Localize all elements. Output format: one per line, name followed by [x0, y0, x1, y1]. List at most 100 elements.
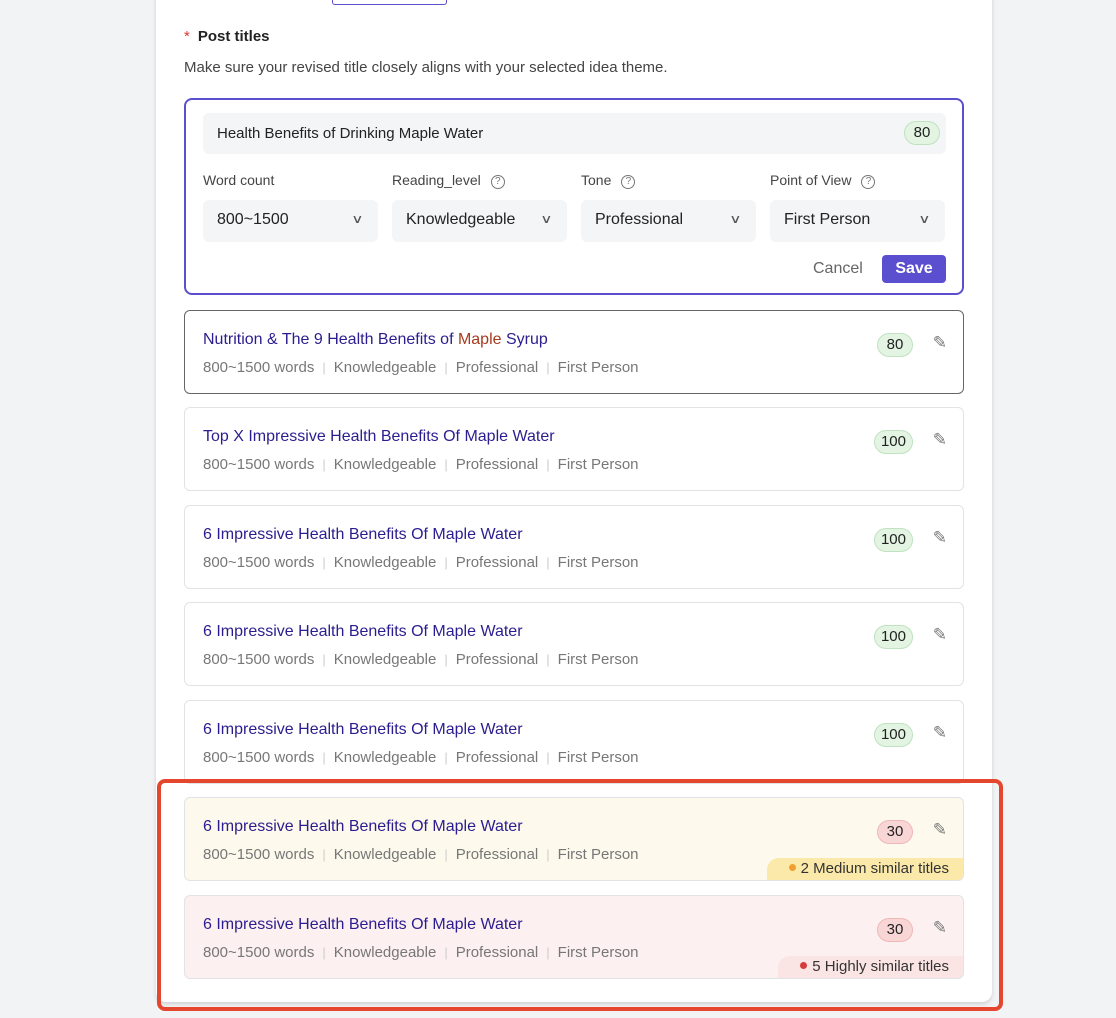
meta-item: First Person: [557, 554, 639, 571]
help-icon[interactable]: ?: [861, 175, 876, 189]
title-card[interactable]: Top X Impressive Health Benefits Of Mapl…: [184, 407, 964, 491]
card-title[interactable]: 6 Impressive Health Benefits Of Maple Wa…: [203, 526, 523, 544]
title-text: Top X Impressive Health Benefits Of Mapl…: [203, 428, 555, 445]
help-icon[interactable]: ?: [490, 175, 505, 189]
title-part: Nutrition & The 9 Health Benefits of: [203, 331, 458, 348]
separator: |: [546, 652, 550, 667]
tab-button-edge[interactable]: [332, 0, 447, 5]
required-mark: *: [184, 28, 190, 45]
separator: |: [546, 360, 550, 375]
chevron-down-icon: ∨: [729, 212, 742, 226]
cancel-button[interactable]: Cancel: [813, 260, 863, 278]
select-value: Professional: [595, 211, 684, 228]
separator: |: [444, 555, 448, 570]
card-meta: 800~1500 words | Knowledgeable | Professiona…: [203, 359, 639, 376]
score-badge: 80: [877, 333, 913, 357]
meta-item: Professional: [455, 554, 539, 571]
field-label-text: Tone: [581, 172, 612, 188]
section-description: Make sure your revised title closely ali…: [184, 59, 668, 76]
separator: |: [444, 652, 448, 667]
meta-item: 800~1500 words: [203, 359, 315, 376]
save-button[interactable]: Save: [882, 255, 946, 283]
chevron-down-icon: ∨: [351, 212, 364, 226]
separator: |: [322, 457, 326, 472]
separator: |: [546, 555, 550, 570]
title-input-value[interactable]: Health Benefits of Drinking Maple Water: [217, 125, 483, 142]
score-badge: 100: [873, 625, 913, 649]
meta-item: Knowledgeable: [333, 456, 437, 473]
separator: |: [322, 750, 326, 765]
pencil-edit-icon[interactable]: ✎: [933, 333, 947, 353]
section-title: * Post titles: [184, 28, 270, 45]
pencil-edit-icon[interactable]: ✎: [933, 430, 947, 450]
separator: |: [546, 750, 550, 765]
meta-item: Knowledgeable: [333, 554, 437, 571]
meta-item: First Person: [557, 651, 639, 668]
card-title[interactable]: Top X Impressive Health Benefits Of Mapl…: [203, 428, 555, 446]
select-value: 800~1500: [217, 211, 289, 228]
meta-item: Professional: [455, 456, 539, 473]
card-title[interactable]: 6 Impressive Health Benefits Of Maple Wa…: [203, 623, 523, 641]
title-card[interactable]: 6 Impressive Health Benefits Of Maple Wa…: [184, 505, 964, 589]
meta-item: 800~1500 words: [203, 456, 315, 473]
score-badge: 100: [873, 430, 913, 454]
field-label: Point of View?: [770, 172, 945, 192]
meta-item: 800~1500 words: [203, 749, 315, 766]
meta-item: First Person: [557, 359, 639, 376]
point-of-view-select[interactable]: First Person ∨: [770, 200, 945, 242]
field-label-text: Reading_level: [392, 172, 481, 188]
title-input[interactable]: Health Benefits of Drinking Maple Water …: [203, 113, 946, 154]
tone-field: Tone? Professional ∨: [581, 172, 756, 242]
point-of-view-field: Point of View? First Person ∨: [770, 172, 945, 242]
title-text: 6 Impressive Health Benefits Of Maple Wa…: [203, 721, 523, 738]
separator: |: [322, 360, 326, 375]
chevron-down-icon: ∨: [918, 212, 931, 226]
field-label: Reading_level?: [392, 172, 567, 192]
title-card[interactable]: 6 Impressive Health Benefits Of Maple Wa…: [184, 602, 964, 686]
meta-item: First Person: [557, 456, 639, 473]
card-meta: 800~1500 words | Knowledgeable | Professiona…: [203, 749, 639, 766]
title-part: Syrup: [501, 331, 548, 348]
reading-level-field: Reading_level? Knowledgeable ∨: [392, 172, 567, 242]
score-badge: 80: [904, 121, 940, 145]
title-editor: Health Benefits of Drinking Maple Water …: [184, 98, 964, 295]
title-card[interactable]: Nutrition & The 9 Health Benefits of Map…: [184, 310, 964, 394]
section-title-text: Post titles: [197, 28, 270, 45]
meta-item: Knowledgeable: [333, 651, 437, 668]
meta-item: Professional: [455, 359, 539, 376]
meta-item: Professional: [455, 749, 539, 766]
pencil-edit-icon[interactable]: ✎: [933, 625, 947, 645]
title-card[interactable]: 6 Impressive Health Benefits Of Maple Wa…: [184, 700, 964, 784]
separator: |: [444, 750, 448, 765]
title-text: 6 Impressive Health Benefits Of Maple Wa…: [203, 623, 523, 640]
meta-item: 800~1500 words: [203, 651, 315, 668]
separator: |: [546, 457, 550, 472]
separator: |: [322, 652, 326, 667]
annotation-highlight-box: [157, 779, 1003, 1011]
separator: |: [322, 555, 326, 570]
tone-select[interactable]: Professional ∨: [581, 200, 756, 242]
word-count-select[interactable]: 800~1500 ∨: [203, 200, 378, 242]
card-meta: 800~1500 words | Knowledgeable | Professiona…: [203, 651, 639, 668]
reading-level-select[interactable]: Knowledgeable ∨: [392, 200, 567, 242]
field-label: Word count: [203, 172, 275, 188]
pencil-edit-icon[interactable]: ✎: [933, 723, 947, 743]
chevron-down-icon: ∨: [540, 212, 553, 226]
meta-item: Knowledgeable: [333, 749, 437, 766]
card-meta: 800~1500 words | Knowledgeable | Professiona…: [203, 554, 639, 571]
meta-item: Knowledgeable: [333, 359, 437, 376]
meta-item: 800~1500 words: [203, 554, 315, 571]
score-badge: 100: [873, 723, 913, 747]
card-title[interactable]: 6 Impressive Health Benefits Of Maple Wa…: [203, 721, 523, 739]
card-title[interactable]: Nutrition & The 9 Health Benefits of Map…: [203, 331, 548, 349]
separator: |: [444, 457, 448, 472]
select-value: Knowledgeable: [406, 211, 516, 228]
title-text: 6 Impressive Health Benefits Of Maple Wa…: [203, 526, 523, 543]
card-meta: 800~1500 words | Knowledgeable | Professiona…: [203, 456, 639, 473]
help-icon[interactable]: ?: [621, 175, 636, 189]
meta-item: Professional: [455, 651, 539, 668]
pencil-edit-icon[interactable]: ✎: [933, 528, 947, 548]
field-label: Tone?: [581, 172, 756, 192]
meta-item: First Person: [557, 749, 639, 766]
score-badge: 100: [873, 528, 913, 552]
